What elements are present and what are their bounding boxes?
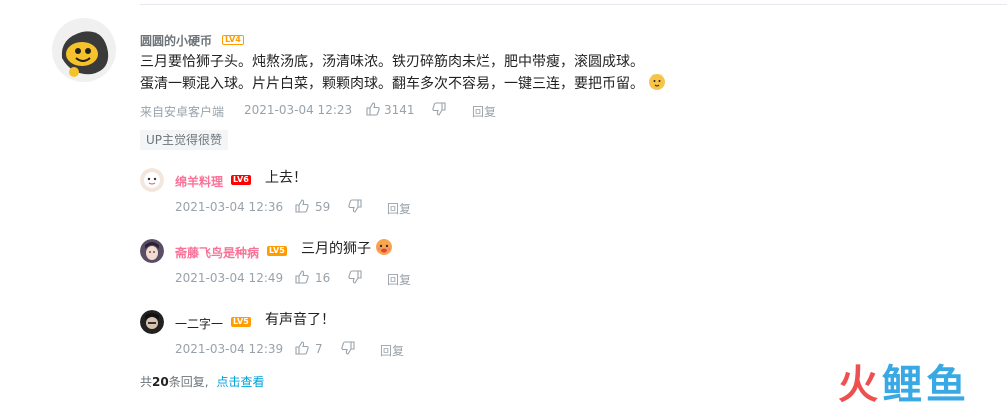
like-icon[interactable] (295, 270, 309, 284)
dislike-icon[interactable] (341, 341, 355, 355)
reply3-text: 有声音了！ (265, 312, 335, 328)
reply1-level-badge: LV6 (231, 175, 251, 185)
reply3-level-badge: LV5 (231, 317, 251, 327)
reply-summary-prefix: 共 (140, 375, 153, 389)
up-liked-tag: UP主觉得很赞 (140, 130, 229, 150)
reply2-meta: 2021-03-04 12:49 16 回复 (175, 270, 475, 288)
reply1-reply-button[interactable]: 回复 (387, 200, 411, 217)
reply-count: 20 (152, 375, 169, 389)
emoji-icon (649, 74, 665, 90)
dislike-icon[interactable] (348, 270, 362, 284)
reply2-time: 2021-03-04 12:49 (175, 271, 284, 285)
main-reply-button[interactable]: 回复 (472, 103, 496, 120)
reply2-reply-button[interactable]: 回复 (387, 271, 411, 288)
watermark-part2: 鲤鱼 (882, 362, 970, 408)
dislike-icon[interactable] (432, 102, 446, 116)
reply1-meta: 2021-03-04 12:36 59 回复 (175, 199, 475, 217)
reply3-avatar[interactable] (140, 310, 164, 334)
reply2-like-count: 16 (315, 271, 331, 285)
reply1-time: 2021-03-04 12:36 (175, 200, 284, 214)
reply3-username[interactable]: 一二字一 (175, 315, 223, 332)
like-icon[interactable] (295, 199, 309, 213)
main-comment-line1: 三月要恰狮子头。炖熬汤底，汤清味浓。铁刃碎筋肉未烂，肥中带瘦，滚圆成球。 (140, 54, 644, 70)
main-avatar[interactable] (52, 18, 116, 82)
emoji-icon (376, 239, 392, 255)
dislike-icon[interactable] (348, 199, 362, 213)
main-meta: 来自安卓客户端 2021-03-04 12:23 3141 回复 (140, 102, 540, 120)
reply2-level-badge: LV5 (267, 246, 287, 256)
reply3-meta: 2021-03-04 12:39 7 回复 (175, 341, 475, 359)
reply1-like-count: 59 (315, 200, 331, 214)
main-time: 2021-03-04 12:23 (244, 103, 353, 117)
reply-summary-suffix: 条回复, (168, 375, 209, 389)
main-level-badge: LV4 (222, 35, 244, 45)
reply1-avatar[interactable] (140, 168, 164, 192)
reply1-text: 上去！ (265, 170, 307, 186)
main-username[interactable]: 圆圆的小硬币 (140, 32, 212, 49)
main-comment-line2-wrap: 蛋清一颗混入球。片片白菜，颗颗肉球。翻车多次不容易，一键三连，要把币留。 (140, 73, 666, 95)
watermark-part1: 火 (838, 362, 882, 408)
top-divider (140, 4, 1007, 5)
reply-summary: 共20条回复, 点击查看 (140, 373, 265, 390)
reply2-text-wrap: 三月的狮子 (301, 238, 393, 260)
reply2-text: 三月的狮子 (301, 241, 371, 257)
main-comment-line2: 蛋清一颗混入球。片片白菜，颗颗肉球。翻车多次不容易，一键三连，要把币留。 (140, 76, 644, 92)
like-icon[interactable] (295, 341, 309, 355)
main-source: 来自安卓客户端 (140, 105, 225, 119)
like-icon[interactable] (366, 102, 380, 116)
view-replies-link[interactable]: 点击查看 (217, 375, 265, 389)
reply2-avatar[interactable] (140, 239, 164, 263)
reply3-reply-button[interactable]: 回复 (380, 342, 404, 359)
reply3-time: 2021-03-04 12:39 (175, 342, 284, 356)
watermark-logo: 火鲤鱼 (838, 352, 970, 410)
main-like-count: 3141 (384, 103, 415, 117)
reply3-like-count: 7 (315, 342, 323, 356)
reply1-username[interactable]: 绵羊料理 (175, 173, 223, 190)
reply2-username[interactable]: 斋藤飞鸟是种病 (175, 244, 259, 261)
